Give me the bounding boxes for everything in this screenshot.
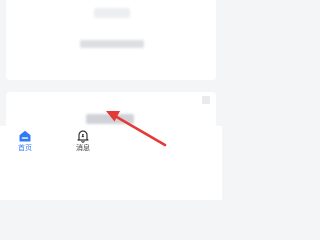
bell-icon	[76, 129, 90, 143]
screen-glare	[140, 130, 222, 200]
blurred-heading	[94, 8, 130, 18]
tab-home-label: 首页	[18, 145, 32, 152]
top-card[interactable]	[6, 0, 216, 80]
tab-messages-label: 消息	[76, 145, 90, 152]
app-screen: 首页 消息	[0, 0, 222, 200]
home-icon	[18, 129, 32, 143]
tab-messages[interactable]: 消息	[68, 129, 98, 157]
card-corner-badge	[202, 96, 210, 104]
blurred-card-title	[86, 114, 134, 124]
blurred-text-line	[80, 40, 144, 48]
tab-home[interactable]: 首页	[10, 129, 40, 157]
